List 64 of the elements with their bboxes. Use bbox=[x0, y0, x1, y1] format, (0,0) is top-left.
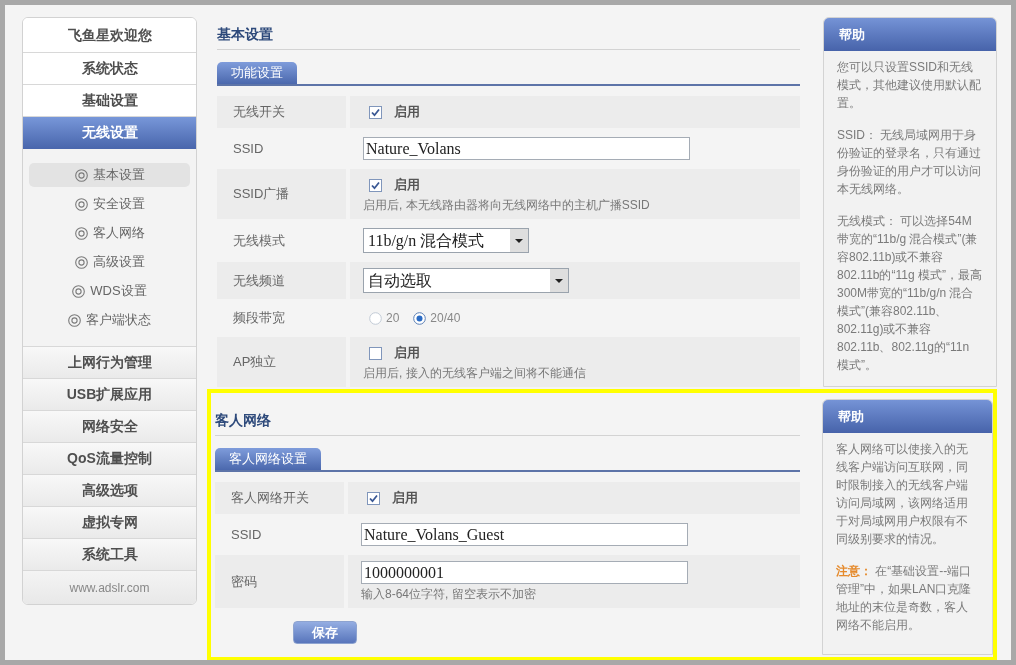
circle-dot-icon bbox=[68, 313, 81, 327]
checkbox-label: 启用 bbox=[394, 344, 420, 363]
menu-item[interactable]: 飞鱼星欢迎您 bbox=[23, 18, 196, 53]
submenu-item[interactable]: 客户端状态 bbox=[29, 308, 190, 332]
checkbox[interactable] bbox=[369, 105, 382, 119]
circle-dot-icon bbox=[72, 284, 86, 298]
field-label: SSID广播 bbox=[233, 185, 290, 204]
radio-button[interactable] bbox=[369, 311, 382, 325]
menu-item[interactable]: 上网行为管理 bbox=[23, 347, 196, 379]
submenu-item[interactable]: 客人网络 bbox=[29, 221, 190, 245]
section-tab[interactable]: 功能设置 bbox=[217, 62, 297, 84]
checkbox[interactable] bbox=[369, 178, 382, 192]
field-label: SSID bbox=[231, 525, 262, 544]
field-label: 无线模式 bbox=[233, 231, 285, 250]
help-header: 帮助 bbox=[823, 400, 992, 433]
section-title: 基本设置 bbox=[217, 26, 273, 42]
field-label: 频段带宽 bbox=[233, 309, 285, 328]
submenu-item[interactable]: 高级设置 bbox=[29, 250, 190, 274]
caret-icon bbox=[510, 229, 528, 252]
help-text: 注意： 在“基础设置--端口管理”中，如果LAN口克隆地址的末位是奇数，客人网络不能启用。 bbox=[836, 563, 973, 634]
submenu-item[interactable]: 基本设置 bbox=[29, 163, 190, 187]
menu-item[interactable]: 高级选项 bbox=[23, 475, 196, 507]
help-text: SSID： 无线局域网用于身份验证的登录名，只有通过身份验证的用户才可以访问本无线网络。 bbox=[837, 127, 982, 198]
section-tab[interactable]: 客人网络设置 bbox=[215, 448, 321, 470]
help-text: 无线模式： 可以选择54M带宽的“11b/g 混合模式”(兼容802.11b)或不兼容802.11b的“11g 模式”，最高300M带宽的“11b/g/n 混合模式”(兼容802.11b、802.11g)或不兼容802.11b、802.11g的“11n 模式”。 bbox=[837, 213, 983, 374]
circle-dot-icon bbox=[74, 226, 88, 240]
field-label: AP独立 bbox=[233, 353, 277, 372]
submenu-item[interactable]: 安全设置 bbox=[29, 192, 190, 216]
checkbox[interactable] bbox=[369, 346, 382, 360]
checkbox[interactable] bbox=[367, 491, 380, 505]
submenu-item[interactable]: WDS设置 bbox=[29, 279, 190, 303]
radio-label: 20 bbox=[386, 310, 400, 327]
field-label: 无线开关 bbox=[233, 103, 285, 122]
field-label: 无线频道 bbox=[233, 271, 285, 290]
circle-dot-icon bbox=[74, 255, 88, 269]
menu-item[interactable]: 网络安全 bbox=[23, 411, 196, 443]
checkbox-label: 启用 bbox=[394, 103, 420, 122]
field-label: 客人网络开关 bbox=[231, 489, 309, 508]
help-text: 客人网络可以使接入的无线客户端访问互联网，同时限制接入的无线客户端访问局域网，该网络适用于对局域网用户权限有不同级别要求的情况。 bbox=[836, 441, 969, 548]
help-text: 您可以只设置SSID和无线模式，其他建议使用默认配置。 bbox=[837, 59, 982, 112]
radio-label: 20/40 bbox=[430, 310, 461, 327]
caret-icon bbox=[550, 269, 568, 292]
circle-dot-icon bbox=[74, 168, 88, 182]
menu-item[interactable]: QoS流量控制 bbox=[23, 443, 196, 475]
field-label: 密码 bbox=[231, 572, 257, 591]
text-input[interactable]: Nature_Volans bbox=[363, 137, 690, 160]
menu-item[interactable]: USB扩展应用 bbox=[23, 379, 196, 411]
dropdown[interactable]: 11b/g/n 混合模式 bbox=[363, 228, 529, 253]
checkbox-label: 启用 bbox=[392, 489, 418, 508]
text-input[interactable]: 1000000001 bbox=[361, 561, 688, 584]
checkbox-label: 启用 bbox=[394, 176, 420, 195]
radio-button[interactable] bbox=[413, 311, 427, 325]
text-input[interactable]: Nature_Volans_Guest bbox=[361, 523, 688, 546]
section-title: 客人网络 bbox=[215, 412, 271, 428]
circle-dot-icon bbox=[74, 197, 88, 211]
dropdown[interactable]: 自动选取 bbox=[363, 268, 569, 293]
hint-text: 输入8-64位字符, 留空表示不加密 bbox=[361, 586, 537, 602]
field-label: SSID bbox=[233, 139, 264, 158]
hint-text: 启用后, 本无线路由器将向无线网络中的主机广播SSID bbox=[363, 197, 651, 213]
hint-text: 启用后, 接入的无线客户端之间将不能通信 bbox=[363, 365, 587, 381]
help-header: 帮助 bbox=[824, 18, 996, 51]
menu-item[interactable]: 无线设置 bbox=[23, 117, 196, 149]
menu-item[interactable]: 虚拟专网 bbox=[23, 507, 196, 539]
menu-item[interactable]: 系统工具 bbox=[23, 539, 196, 571]
